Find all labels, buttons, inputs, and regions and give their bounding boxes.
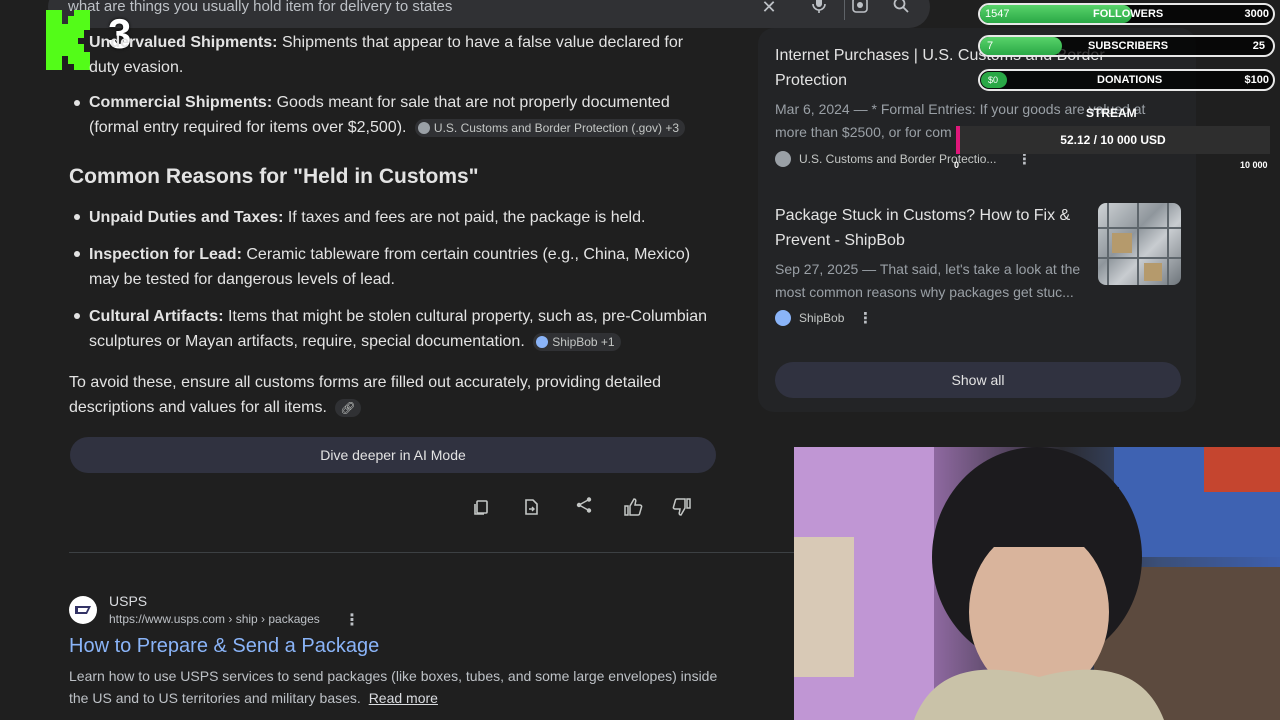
item-text-cont: sculptures or Mayan artifacts, require, … [89, 333, 525, 350]
list-item-unpaid: Unpaid Duties and Taxes: If taxes and fe… [89, 205, 739, 230]
donations-label: DONATIONS [1097, 74, 1163, 86]
followers-goal-bar: 1547 FOLLOWERS 3000 [978, 3, 1275, 25]
bullet-dot [74, 214, 80, 220]
closing-paragraph: To avoid these, ensure all customs forms… [69, 370, 749, 420]
result-snippet: Learn how to use USPS services to send p… [69, 665, 769, 709]
camera-lens-icon[interactable] [849, 0, 871, 18]
donations-goal-bar: $0 DONATIONS $100 [978, 69, 1275, 91]
search-bar[interactable]: what are things you usually hold item fo… [48, 0, 930, 28]
item-label: Inspection for Lead: [89, 246, 242, 263]
list-item-cultural: Cultural Artifacts: Items that might be … [89, 304, 749, 354]
item-text-cont: duty evasion. [89, 59, 184, 76]
section-title: Common Reasons for "Held in Customs" [69, 165, 479, 188]
link-icon: 🔗︎ [340, 400, 356, 415]
closing-text-cont: descriptions and values for all items. [69, 399, 327, 416]
card-thumbnail[interactable] [1098, 203, 1181, 285]
show-all-button[interactable]: Show all [775, 362, 1181, 398]
subscribers-goal: 25 [1252, 40, 1265, 52]
bullet-dot [74, 100, 80, 106]
result-title-link[interactable]: How to Prepare & Send a Package [69, 635, 379, 658]
bullet-dot [74, 313, 80, 319]
dive-deeper-button[interactable]: Dive deeper in AI Mode [70, 437, 716, 473]
donations-goal: $100 [1244, 74, 1269, 86]
cbp-seal-icon [775, 151, 791, 167]
bullet-dot [74, 251, 80, 257]
source-chip-cbp[interactable]: U.S. Customs and Border Protection (.gov… [414, 118, 686, 137]
webcam-feed [794, 447, 1280, 720]
item-text-cont: may be tested for dangerous levels of le… [89, 271, 395, 288]
search-divider [844, 0, 845, 20]
snippet-text: Learn how to use USPS services to send p… [69, 668, 718, 684]
subscribers-count: 7 [987, 40, 994, 52]
item-text: Goods meant for sale that are not proper… [276, 94, 670, 111]
stream-goal-max: 10 000 [1240, 160, 1268, 170]
item-text: Shipments that appear to have a false va… [281, 34, 684, 51]
item-text: Ceramic tableware from certain countries… [246, 246, 691, 263]
followers-goal: 3000 [1244, 8, 1269, 20]
clear-icon[interactable]: ✕ [758, 0, 780, 18]
search-icon[interactable] [890, 0, 912, 18]
more-options-icon[interactable]: ⋮ [344, 610, 360, 630]
card-source: U.S. Customs and Border Protectio... [799, 152, 997, 166]
read-more-link[interactable]: Read more [369, 690, 438, 706]
list-item-lead: Inspection for Lead: Ceramic tableware f… [89, 242, 739, 292]
item-text: Items that might be stolen cultural prop… [227, 308, 708, 325]
share-icon[interactable] [573, 496, 595, 518]
card-snippet: Sep 27, 2025 — That said, let's take a l… [775, 261, 1081, 300]
item-label: Unpaid Duties and Taxes: [89, 209, 284, 226]
followers-label: FOLLOWERS [1093, 8, 1164, 20]
list-item-undervalued: Undervalued Shipments: Shipments that ap… [89, 30, 729, 80]
microphone-icon[interactable] [808, 0, 830, 18]
more-options-icon[interactable]: ⋮ [858, 309, 873, 327]
chip-label: ShipBob +1 [552, 334, 615, 349]
copy-icon[interactable] [470, 498, 492, 520]
shipbob-icon [775, 310, 791, 326]
list-item-commercial: Commercial Shipments: Goods meant for sa… [89, 90, 739, 140]
shipbob-icon [536, 335, 549, 348]
stream-goal-value: 52.12 / 10 000 USD [1060, 133, 1166, 147]
followers-count: 1547 [985, 8, 1010, 20]
stream-goal-label: STREAM [1086, 106, 1137, 120]
cbp-seal-icon [417, 121, 430, 134]
subscribers-label: SUBSCRIBERS [1088, 40, 1169, 52]
export-doc-icon[interactable] [520, 498, 542, 520]
subscribers-goal-bar: 7 SUBSCRIBERS 25 [978, 35, 1275, 57]
item-text-cont: (formal entry required for items over $2… [89, 119, 407, 136]
closing-text: To avoid these, ensure all customs forms… [69, 374, 662, 391]
result-url[interactable]: https://www.usps.com › ship › packages [109, 612, 320, 626]
link-chip[interactable]: 🔗︎ [335, 398, 361, 417]
item-label: Undervalued Shipments: [89, 34, 278, 51]
chip-label: U.S. Customs and Border Protection (.gov… [433, 120, 680, 135]
stream-goal-min: 0 [954, 160, 960, 170]
source-chip-shipbob[interactable]: ShipBob +1 [533, 332, 621, 351]
item-text: If taxes and fees are not paid, the pack… [287, 209, 646, 226]
item-label: Commercial Shipments: [89, 94, 273, 111]
stream-goal-bar: 52.12 / 10 000 USD [956, 126, 1270, 154]
item-label: Cultural Artifacts: [89, 308, 224, 325]
thumbs-down-icon[interactable] [671, 498, 693, 520]
result-site-name: USPS [109, 593, 148, 609]
card-source: ShipBob [799, 311, 845, 325]
usps-favicon [69, 596, 97, 624]
section-divider [69, 552, 795, 553]
thumbs-up-icon[interactable] [622, 498, 644, 520]
card-title[interactable]: Package Stuck in Customs? How to Fix & Pr… [775, 203, 1090, 253]
source-card-shipbob[interactable]: Package Stuck in Customs? How to Fix & Pr… [775, 203, 1090, 304]
donations-count: $0 [988, 75, 999, 85]
snippet-text-cont: the US and to US territories and militar… [69, 690, 361, 706]
